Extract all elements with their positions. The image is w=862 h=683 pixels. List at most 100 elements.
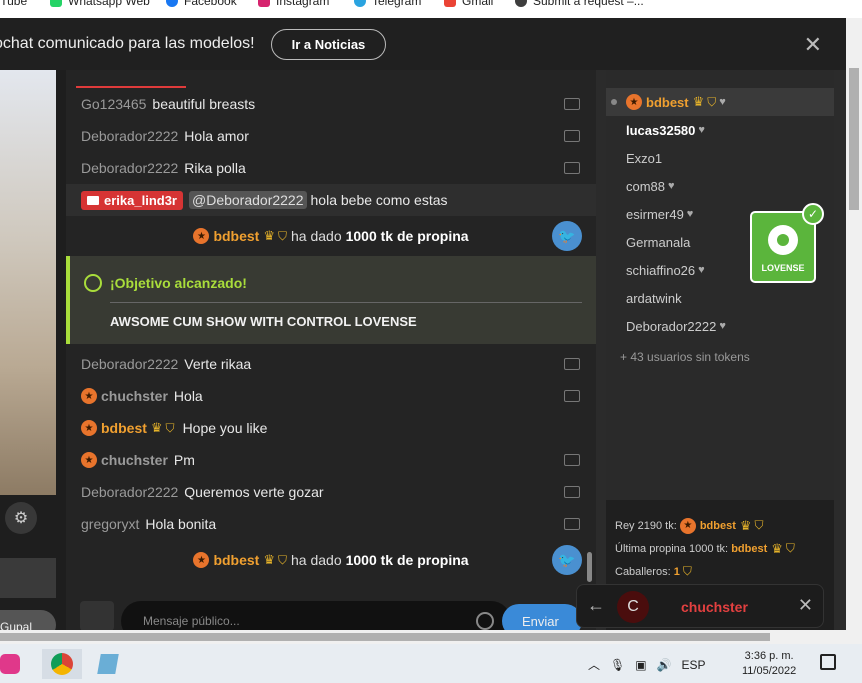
user-row[interactable]: com88 ♥ xyxy=(606,172,834,200)
heart-icon: ♥ xyxy=(698,124,705,136)
bookmark-submit-request[interactable]: Submit a request –... xyxy=(515,0,644,8)
camera-icon xyxy=(87,195,99,205)
report-icon[interactable] xyxy=(564,454,580,466)
chat-message-model: erika_lind3r @Deborador2222 hola bebe co… xyxy=(66,184,596,216)
user-row[interactable]: ardatwink xyxy=(606,284,834,312)
users-header xyxy=(606,70,834,88)
twitter-icon[interactable]: 🐦 xyxy=(552,545,582,575)
chat-message: ★ bdbest ♛ ⛉ Hope you like xyxy=(66,412,596,444)
telegram-icon xyxy=(354,0,366,7)
report-icon[interactable] xyxy=(564,162,580,174)
files-icon[interactable] xyxy=(88,649,128,679)
chat-panel: Go123465 beautiful breasts Deborador2222 H… xyxy=(66,70,596,600)
app-icon[interactable] xyxy=(0,649,30,679)
star-icon: ★ xyxy=(81,388,97,404)
report-icon[interactable] xyxy=(564,486,580,498)
horizontal-scrollbar[interactable] xyxy=(0,630,862,644)
news-button[interactable]: Ir a Noticias xyxy=(270,28,387,60)
heart-icon: ♥ xyxy=(719,96,726,108)
bookmark-telegram[interactable]: Telegram xyxy=(354,0,421,8)
volume-icon[interactable]: 🔊 xyxy=(657,658,672,672)
report-icon[interactable] xyxy=(564,358,580,370)
microphone-icon[interactable]: 🎙 xyxy=(610,658,625,672)
news-banner: ochat comunicado para las modelos! Ir a … xyxy=(0,18,846,70)
emoji-icon[interactable] xyxy=(476,612,494,630)
gmail-icon xyxy=(444,0,456,7)
zendesk-icon xyxy=(515,0,527,7)
private-message-bar[interactable]: ← C chuchster ✕ xyxy=(576,584,824,628)
robot-icon[interactable] xyxy=(80,601,114,631)
video-stream[interactable] xyxy=(0,70,56,495)
bookmark-gmail[interactable]: Gmail xyxy=(444,0,493,8)
more-users-link[interactable]: + 43 usuarios sin tokens xyxy=(606,340,834,364)
close-icon[interactable]: ✕ xyxy=(804,32,822,58)
chat-message: Go123465 beautiful breasts xyxy=(66,88,596,120)
bookmarks-bar: YouTube Whatsapp Web Facebook Instagram … xyxy=(0,0,862,18)
user-row[interactable]: Exzo1 xyxy=(606,144,834,172)
gear-icon[interactable]: ⚙ xyxy=(5,502,37,534)
knights-row: Caballeros: 1 ⛉ xyxy=(615,564,692,578)
scrollbar-thumb[interactable] xyxy=(849,68,859,210)
lovense-widget[interactable]: LOVENSE ✓ xyxy=(750,203,824,283)
close-icon[interactable]: ✕ xyxy=(798,595,813,616)
shield-icon: ⛉ xyxy=(785,541,795,555)
chat-message: Deborador2222 Rika polla xyxy=(66,152,596,184)
star-icon: ★ xyxy=(81,452,97,468)
divider xyxy=(110,302,582,303)
chat-message: Deborador2222 Verte rikaa xyxy=(66,348,596,380)
crown-icon: ♛ xyxy=(739,517,752,533)
bookmark-facebook[interactable]: Facebook xyxy=(166,0,237,8)
heart-icon: ♥ xyxy=(686,208,694,220)
system-tray: ︿ 🎙 ▣ 🔊 ESP xyxy=(588,656,706,673)
shield-icon: ⛉ xyxy=(165,420,175,435)
back-arrow-icon[interactable]: ← xyxy=(587,595,605,616)
language-indicator[interactable]: ESP xyxy=(682,658,706,672)
chat-message: gregoryxt Hola bonita xyxy=(66,508,596,540)
crown-icon: ♛ xyxy=(263,552,275,567)
user-row[interactable]: lucas32580 ♥ xyxy=(606,116,834,144)
user-row[interactable]: ★ bdbest ♛ ⛉ ♥ xyxy=(606,88,834,116)
bookmark-whatsapp[interactable]: Whatsapp Web xyxy=(50,0,150,8)
facebook-icon xyxy=(166,0,178,7)
chevron-up-icon[interactable]: ︿ xyxy=(588,656,600,673)
whatsapp-icon xyxy=(50,0,62,7)
king-row: Rey 2190 tk: ★ bdbest ♛ ⛉ xyxy=(615,517,764,534)
shield-icon: ⛉ xyxy=(277,228,287,243)
page-scrollbar[interactable] xyxy=(846,18,862,630)
notifications-icon[interactable] xyxy=(820,654,836,670)
windows-taskbar: ︿ 🎙 ▣ 🔊 ESP 3:36 p. m. 11/05/2022 xyxy=(0,644,862,683)
report-icon[interactable] xyxy=(564,130,580,142)
report-icon[interactable] xyxy=(564,390,580,402)
network-icon[interactable]: ▣ xyxy=(635,658,646,672)
crown-icon: ♛ xyxy=(263,228,275,243)
pm-username[interactable]: chuchster xyxy=(681,599,748,615)
check-icon: ✓ xyxy=(802,203,824,225)
heart-icon: ♥ xyxy=(698,264,705,276)
crown-icon: ♛ xyxy=(692,94,705,109)
scrollbar-thumb[interactable] xyxy=(0,633,770,641)
tip-notification: ★ bdbest ♛ ⛉ ha dado 1000 tk de propina 🐦 xyxy=(66,540,596,580)
avatar: C xyxy=(617,591,649,623)
report-icon[interactable] xyxy=(564,98,580,110)
report-icon[interactable] xyxy=(564,518,580,530)
mention[interactable]: @Deborador2222 xyxy=(189,191,307,209)
last-tip-row: Última propina 1000 tk: bdbest ♛ ⛉ xyxy=(615,540,795,556)
star-icon: ★ xyxy=(626,94,642,110)
model-badge[interactable]: erika_lind3r xyxy=(81,190,183,210)
user-row[interactable]: Deborador2222 ♥ xyxy=(606,312,834,340)
chrome-icon[interactable] xyxy=(42,649,82,679)
bookmark-youtube[interactable]: YouTube xyxy=(0,0,27,8)
twitter-icon[interactable]: 🐦 xyxy=(552,221,582,251)
bookmark-instagram[interactable]: Instagram xyxy=(258,0,329,8)
star-icon: ★ xyxy=(193,228,210,244)
goal-reached-notice: ¡Objetivo alcanzado! AWSOME CUM SHOW WIT… xyxy=(66,256,596,344)
star-icon: ★ xyxy=(679,517,696,534)
chat-tabs xyxy=(66,70,596,88)
chat-scrollbar[interactable] xyxy=(587,552,592,582)
clock[interactable]: 3:36 p. m. 11/05/2022 xyxy=(742,649,796,679)
chat-message: ★ chuchster Hola xyxy=(66,380,596,412)
shield-icon: ⛉ xyxy=(277,552,287,567)
star-icon: ★ xyxy=(193,552,210,568)
tip-notification: ★ bdbest ♛ ⛉ ha dado 1000 tk de propina 🐦 xyxy=(66,216,596,256)
heart-icon: ♥ xyxy=(719,320,726,332)
